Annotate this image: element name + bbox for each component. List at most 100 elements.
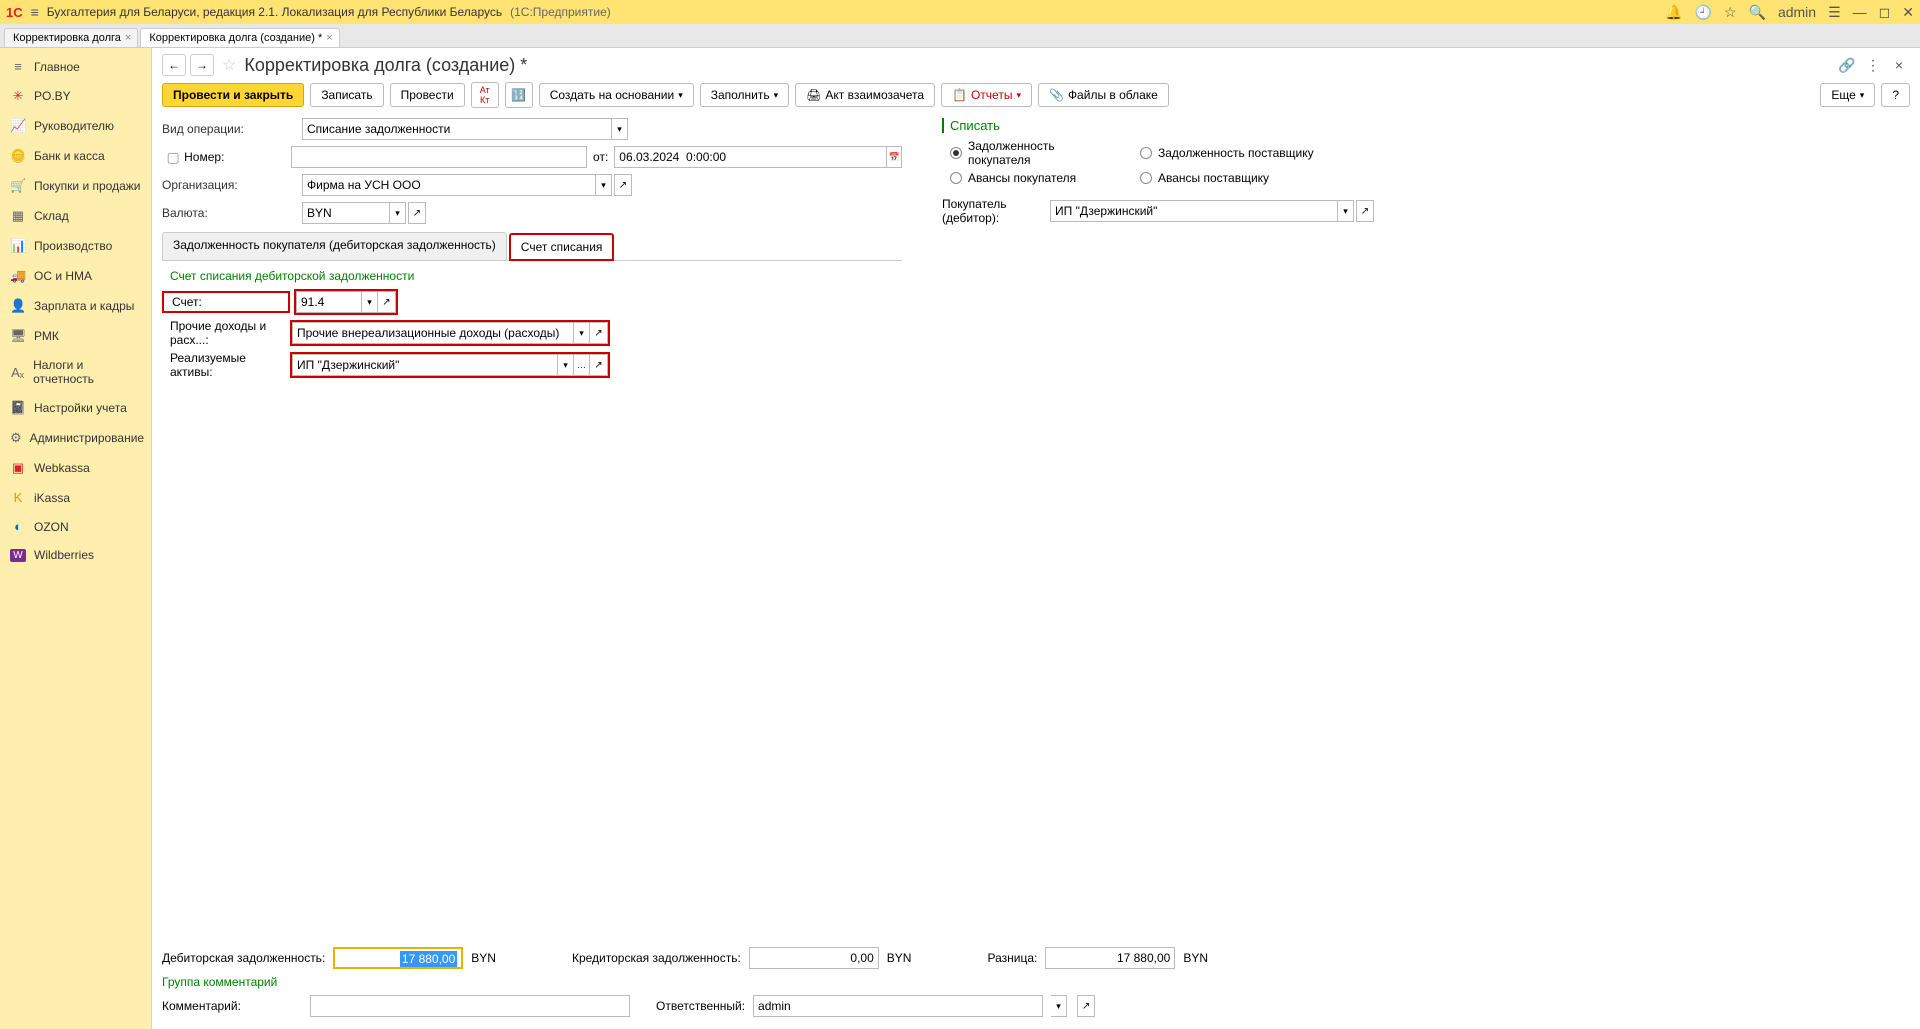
- book-icon: 📓: [10, 400, 26, 416]
- sidebar-item-ozon[interactable]: ◐OZON: [0, 512, 151, 541]
- open-icon[interactable]: ↗: [1356, 200, 1374, 222]
- radio-buyer-debt[interactable]: Задолженность покупателя: [950, 139, 1120, 167]
- diff-input[interactable]: [1045, 947, 1175, 969]
- reports-button[interactable]: 📋 Отчеты ▾: [941, 83, 1032, 107]
- currency-input[interactable]: [302, 202, 390, 224]
- buyer-input[interactable]: [1050, 200, 1338, 222]
- radio-supplier-debt[interactable]: Задолженность поставщику: [1140, 139, 1320, 167]
- fill-button[interactable]: Заполнить ▾: [700, 83, 789, 107]
- sidebar-item-assets[interactable]: 🚚ОС и НМА: [0, 261, 151, 291]
- comment-label: Комментарий:: [162, 999, 302, 1013]
- sidebar-item-salary[interactable]: 👤 Зарплата и кадры: [0, 291, 151, 321]
- radio-buyer-advance[interactable]: Авансы покупателя: [950, 171, 1120, 185]
- responsible-input[interactable]: [753, 995, 1043, 1017]
- sidebar-item-tax[interactable]: AₓНалоги и отчетность: [0, 351, 151, 393]
- dropdown-icon[interactable]: ▾: [596, 174, 612, 196]
- close-icon[interactable]: ×: [326, 32, 332, 44]
- doc-tab-1[interactable]: Корректировка долга ×: [4, 28, 138, 47]
- open-icon[interactable]: ↗: [590, 322, 608, 344]
- post-close-button[interactable]: Провести и закрыть: [162, 83, 304, 107]
- help-button[interactable]: ?: [1881, 83, 1910, 107]
- org-input[interactable]: [302, 174, 596, 196]
- menu-icon[interactable]: ☰: [1828, 4, 1841, 21]
- user-label[interactable]: admin: [1778, 4, 1816, 20]
- sidebar-item-manager[interactable]: 📈Руководителю: [0, 111, 151, 141]
- more-button[interactable]: Еще ▾: [1820, 83, 1875, 107]
- dropdown-icon[interactable]: ▾: [1338, 200, 1354, 222]
- date-input[interactable]: [614, 146, 887, 168]
- sidebar-item-wildberries[interactable]: WWildberries: [0, 541, 151, 569]
- sidebar-item-main[interactable]: ≡Главное: [0, 52, 151, 81]
- dropdown-icon[interactable]: ▾: [362, 291, 378, 313]
- creditor-input[interactable]: [749, 947, 879, 969]
- sidebar-item-bank[interactable]: 🪙Банк и касса: [0, 141, 151, 171]
- files-button[interactable]: 📎 Файлы в облаке: [1038, 83, 1169, 107]
- open-icon[interactable]: ↗: [408, 202, 426, 224]
- writeoff-group-label: Списать: [942, 118, 1910, 133]
- doc-tab-2[interactable]: Корректировка долга (создание) * ×: [140, 28, 339, 47]
- radio-icon: [950, 172, 962, 184]
- radio-supplier-advance[interactable]: Авансы поставщику: [1140, 171, 1320, 185]
- open-icon[interactable]: ↗: [1077, 995, 1095, 1017]
- create-based-button[interactable]: Создать на основании ▾: [539, 83, 694, 107]
- dropdown-icon[interactable]: ▾: [1051, 995, 1067, 1017]
- open-icon[interactable]: ↗: [614, 174, 632, 196]
- favorite-icon[interactable]: ☆: [222, 55, 236, 75]
- open-icon[interactable]: ↗: [590, 354, 608, 376]
- comment-input[interactable]: [310, 995, 630, 1017]
- close-icon[interactable]: ✕: [1902, 4, 1914, 21]
- truck-icon: 🚚: [10, 268, 26, 284]
- assets-input[interactable]: [292, 354, 558, 376]
- comment-group-link[interactable]: Группа комментарий: [162, 975, 277, 989]
- sidebar-item-trade[interactable]: 🛒Покупки и продажи: [0, 171, 151, 201]
- act-button[interactable]: 🖨 Акт взаимозачета: [795, 83, 935, 107]
- bell-icon[interactable]: 🔔: [1665, 4, 1682, 21]
- sidebar-item-poby[interactable]: ✳PO.BY: [0, 81, 151, 111]
- history-icon[interactable]: 🕘: [1695, 4, 1712, 21]
- poby-icon: ✳: [10, 88, 26, 104]
- back-button[interactable]: ←: [162, 54, 186, 76]
- sidebar-item-admin[interactable]: ⚙Администрирование: [0, 423, 151, 453]
- forward-button[interactable]: →: [190, 54, 214, 76]
- close-page-icon[interactable]: ×: [1888, 54, 1910, 76]
- titlebar: 1С ≡ Бухгалтерия для Беларуси, редакция …: [0, 0, 1920, 24]
- tab-debt[interactable]: Задолженность покупателя (дебиторская за…: [162, 232, 507, 260]
- section-title: Счет списания дебиторской задолженности: [170, 269, 902, 283]
- sidebar-item-label: Налоги и отчетность: [33, 358, 141, 386]
- tab-writeoff-account[interactable]: Счет списания: [509, 233, 615, 261]
- operation-input[interactable]: [302, 118, 612, 140]
- person-icon: 👤: [10, 298, 26, 314]
- link-icon[interactable]: 🔗: [1836, 54, 1858, 76]
- sidebar-item-production[interactable]: 📊Производство: [0, 231, 151, 261]
- gear-icon: ⚙: [10, 430, 22, 446]
- open-icon[interactable]: ↗: [378, 291, 396, 313]
- hamburger-icon[interactable]: ≡: [31, 4, 39, 20]
- debtor-input[interactable]: 17 880,00: [333, 947, 463, 969]
- save-button[interactable]: Записать: [310, 83, 383, 107]
- account-input[interactable]: [296, 291, 362, 313]
- sidebar-item-ikassa[interactable]: KiKassa: [0, 483, 151, 512]
- post-button[interactable]: Провести: [390, 83, 465, 107]
- income-input[interactable]: [292, 322, 574, 344]
- number-input[interactable]: [291, 146, 587, 168]
- sidebar-item-webkassa[interactable]: ▣Webkassa: [0, 453, 151, 483]
- close-icon[interactable]: ×: [125, 32, 131, 44]
- ellipsis-icon[interactable]: …: [574, 354, 590, 376]
- sidebar-item-warehouse[interactable]: ▦Склад: [0, 201, 151, 231]
- dropdown-icon[interactable]: ▾: [558, 354, 574, 376]
- radio-label: Задолженность покупателя: [968, 139, 1120, 167]
- dropdown-icon[interactable]: ▾: [390, 202, 406, 224]
- dropdown-icon[interactable]: ▾: [574, 322, 590, 344]
- maximize-icon[interactable]: ◻: [1879, 4, 1891, 21]
- minimize-icon[interactable]: —: [1853, 4, 1867, 20]
- search-icon[interactable]: 🔍: [1749, 4, 1766, 21]
- sidebar-item-label: Зарплата и кадры: [34, 299, 134, 313]
- tree-icon[interactable]: 🔢: [505, 82, 533, 108]
- calendar-icon[interactable]: 📅: [887, 146, 902, 168]
- star-icon[interactable]: ☆: [1724, 4, 1737, 21]
- dtct-icon[interactable]: АтКт: [471, 82, 499, 108]
- dropdown-icon[interactable]: ▾: [612, 118, 628, 140]
- kebab-icon[interactable]: ⋮: [1862, 54, 1884, 76]
- sidebar-item-rmk[interactable]: 🖥РМК: [0, 321, 151, 351]
- sidebar-item-settings[interactable]: 📓Настройки учета: [0, 393, 151, 423]
